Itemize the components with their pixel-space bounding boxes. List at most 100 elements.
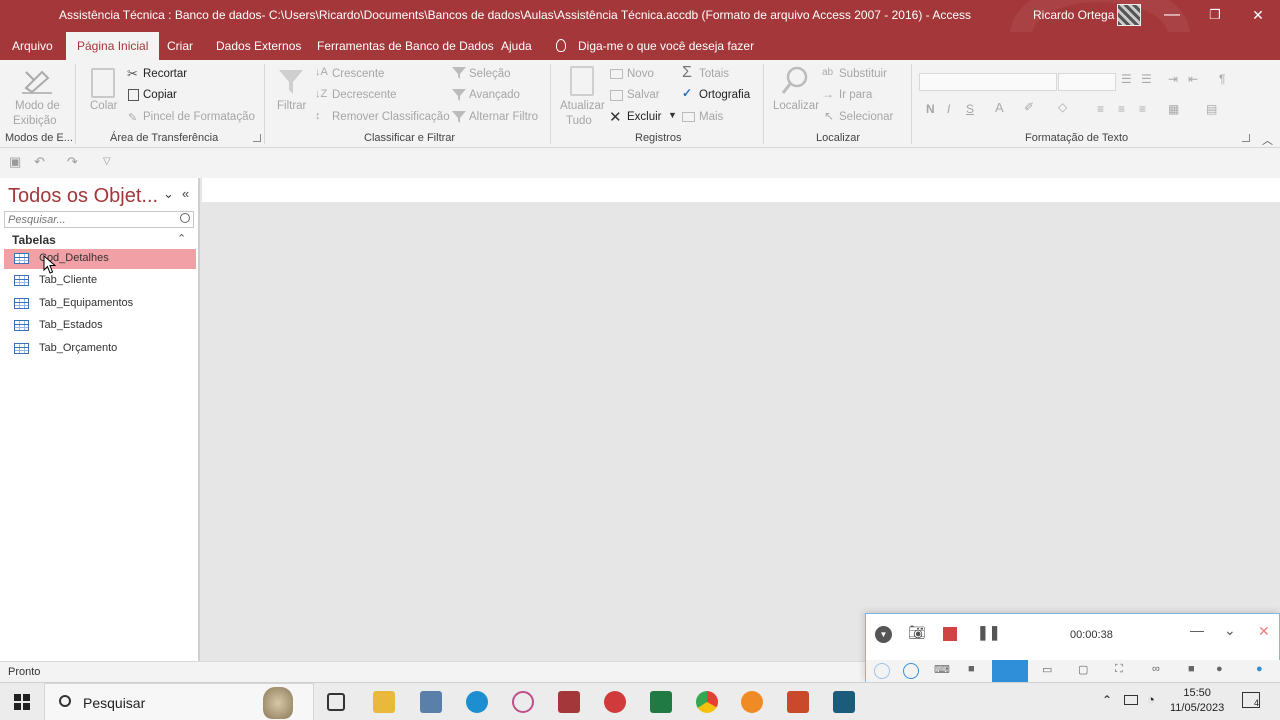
tell-me-search[interactable]: Diga-me o que você deseja fazer (556, 32, 754, 60)
align-center-icon[interactable]: ≡ (1118, 102, 1125, 116)
excel-icon[interactable] (650, 691, 672, 713)
edge-icon[interactable] (466, 691, 488, 713)
table-item-tab-equipamentos[interactable]: Tab_Equipamentos (4, 294, 196, 314)
nav-pane-title[interactable]: Todos os Objet... (8, 185, 158, 208)
save-record-button[interactable]: Salvar (627, 89, 660, 101)
clock[interactable]: 15:50 11/05/2023 (1170, 686, 1224, 716)
window-icon[interactable]: ▢ (1078, 663, 1088, 676)
collapse-nav-icon[interactable]: « (182, 186, 189, 201)
select-button[interactable]: Selecionar (839, 111, 893, 123)
screen-mode-icon[interactable] (992, 660, 1028, 682)
paragraph-direction-icon[interactable]: ¶ (1219, 72, 1225, 86)
file-explorer-icon[interactable] (373, 691, 395, 713)
customize-qat-icon[interactable]: ▽ (103, 156, 111, 167)
pause-icon[interactable]: ❚❚ (977, 624, 1000, 641)
toggle-filter-button[interactable]: Alternar Filtro (469, 111, 538, 123)
table-item-tab-orcamento[interactable]: Tab_Orçamento (4, 339, 196, 359)
minimize-button[interactable]: — (1150, 0, 1194, 32)
fullscreen-icon[interactable]: ⛶ (1115, 663, 1123, 676)
clipboard-launcher-icon[interactable] (253, 134, 261, 142)
restore-button[interactable]: ❐ (1193, 0, 1237, 32)
italic-button[interactable]: I (947, 102, 950, 116)
descending-button[interactable]: Decrescente (332, 89, 397, 101)
windows-start-icon[interactable] (14, 694, 30, 710)
numbering-icon[interactable]: ☰ (1141, 72, 1152, 86)
tab-ajuda[interactable]: Ajuda (499, 32, 534, 60)
chevron-down-icon[interactable]: ▼ (668, 110, 677, 120)
close-button[interactable]: ✕ (1236, 0, 1280, 32)
save-icon[interactable]: ▣ (9, 154, 21, 170)
font-color-icon[interactable]: A (995, 100, 1004, 115)
table-item-tab-cliente[interactable]: Tab_Cliente (4, 271, 196, 291)
app-icon[interactable] (833, 691, 855, 713)
replace-button[interactable]: Substituir (839, 68, 887, 80)
account-name[interactable]: Ricardo Ortega (1033, 8, 1114, 22)
find-button[interactable]: Localizar (773, 100, 819, 112)
align-left-icon[interactable]: ≡ (1097, 102, 1104, 116)
recorder-menu-icon[interactable]: ▼ (875, 626, 892, 643)
new-record-button[interactable]: Novo (627, 68, 654, 80)
screen-recorder-icon[interactable] (604, 691, 626, 713)
table-item-cod-detalhes[interactable]: Cod_Detalhes (4, 249, 196, 269)
view-button-label2[interactable]: Exibição (13, 115, 56, 127)
task-view-icon[interactable] (327, 693, 345, 711)
pointer-mode-icon[interactable] (874, 663, 890, 679)
nav-search-input[interactable] (5, 212, 175, 228)
group-header-tables[interactable]: Tabelas (12, 233, 56, 247)
stop-record-icon[interactable] (943, 627, 957, 641)
more-button[interactable]: Mais (699, 111, 723, 123)
recorder-minimize-icon[interactable]: — (1190, 622, 1204, 638)
chrome-icon[interactable] (696, 691, 718, 713)
text-format-launcher-icon[interactable] (1242, 134, 1250, 142)
collapse-ribbon-icon[interactable]: ︿ (1262, 132, 1273, 148)
access-icon[interactable] (558, 691, 580, 713)
redo-icon[interactable]: ↷ (67, 154, 78, 170)
microphone-icon[interactable]: ● (1256, 663, 1263, 675)
cut-button[interactable]: Recortar (143, 68, 187, 80)
view-button-label1[interactable]: Modo de (15, 100, 60, 112)
selection-button[interactable]: Seleção (469, 68, 511, 80)
gridlines-icon[interactable]: ▦ (1168, 102, 1179, 116)
click-highlight-icon[interactable] (903, 663, 919, 679)
battery-icon[interactable] (1124, 695, 1138, 705)
keyboard-icon[interactable]: ⌨ (934, 663, 950, 676)
spelling-button[interactable]: Ortografia (699, 89, 750, 101)
indent-decrease-icon[interactable]: ⇤ (1188, 72, 1198, 86)
tray-chevron-up-icon[interactable]: ⌃ (1102, 693, 1112, 707)
notification-icon[interactable]: 4 (1242, 692, 1260, 708)
camera-icon[interactable]: 📷︎ (908, 624, 926, 641)
tab-criar[interactable]: Criar (165, 32, 195, 60)
recorder-collapse-icon[interactable]: ⌄ (1224, 622, 1236, 639)
taskbar-search[interactable]: Pesquisar (44, 683, 314, 720)
indent-increase-icon[interactable]: ⇥ (1168, 72, 1178, 86)
tab-pagina-inicial[interactable]: Página Inicial (66, 32, 160, 60)
avatar[interactable] (1117, 4, 1141, 26)
webcam-icon[interactable]: ■ (968, 663, 975, 675)
alt-row-color-icon[interactable]: ▤ (1206, 102, 1217, 116)
tab-ferramentas[interactable]: Ferramentas de Banco de Dados (315, 32, 496, 60)
link-icon[interactable]: ∞ (1152, 663, 1160, 675)
totals-button[interactable]: Totais (699, 68, 729, 80)
ascending-button[interactable]: Crescente (332, 68, 384, 80)
delete-button[interactable]: Excluir (627, 111, 662, 123)
align-right-icon[interactable]: ≡ (1139, 102, 1146, 116)
refresh-all-label2[interactable]: Tudo (566, 115, 592, 127)
powerpoint-icon[interactable] (787, 691, 809, 713)
paste-button[interactable]: Colar (90, 100, 117, 112)
font-name-select[interactable] (919, 73, 1057, 91)
font-size-select[interactable] (1058, 73, 1116, 91)
copy-button[interactable]: Copiar (143, 89, 177, 101)
calculator-icon[interactable] (420, 691, 442, 713)
wifi-icon[interactable]: ◔ (1147, 692, 1155, 707)
goto-button[interactable]: Ir para (839, 89, 872, 101)
firefox-icon[interactable] (741, 691, 763, 713)
underline-button[interactable]: S (966, 102, 974, 116)
recorder-close-icon[interactable]: ✕ (1258, 623, 1270, 640)
bold-button[interactable]: N (926, 102, 935, 116)
search-icon[interactable] (180, 213, 190, 223)
highlight-icon[interactable]: ✐ (1024, 100, 1034, 114)
nav-search[interactable] (4, 211, 194, 228)
nav-menu-chevron-icon[interactable]: ⌄ (163, 186, 174, 202)
monitor-icon[interactable]: ▭ (1042, 663, 1052, 676)
chevron-up-icon[interactable]: ⌃ (177, 232, 186, 245)
